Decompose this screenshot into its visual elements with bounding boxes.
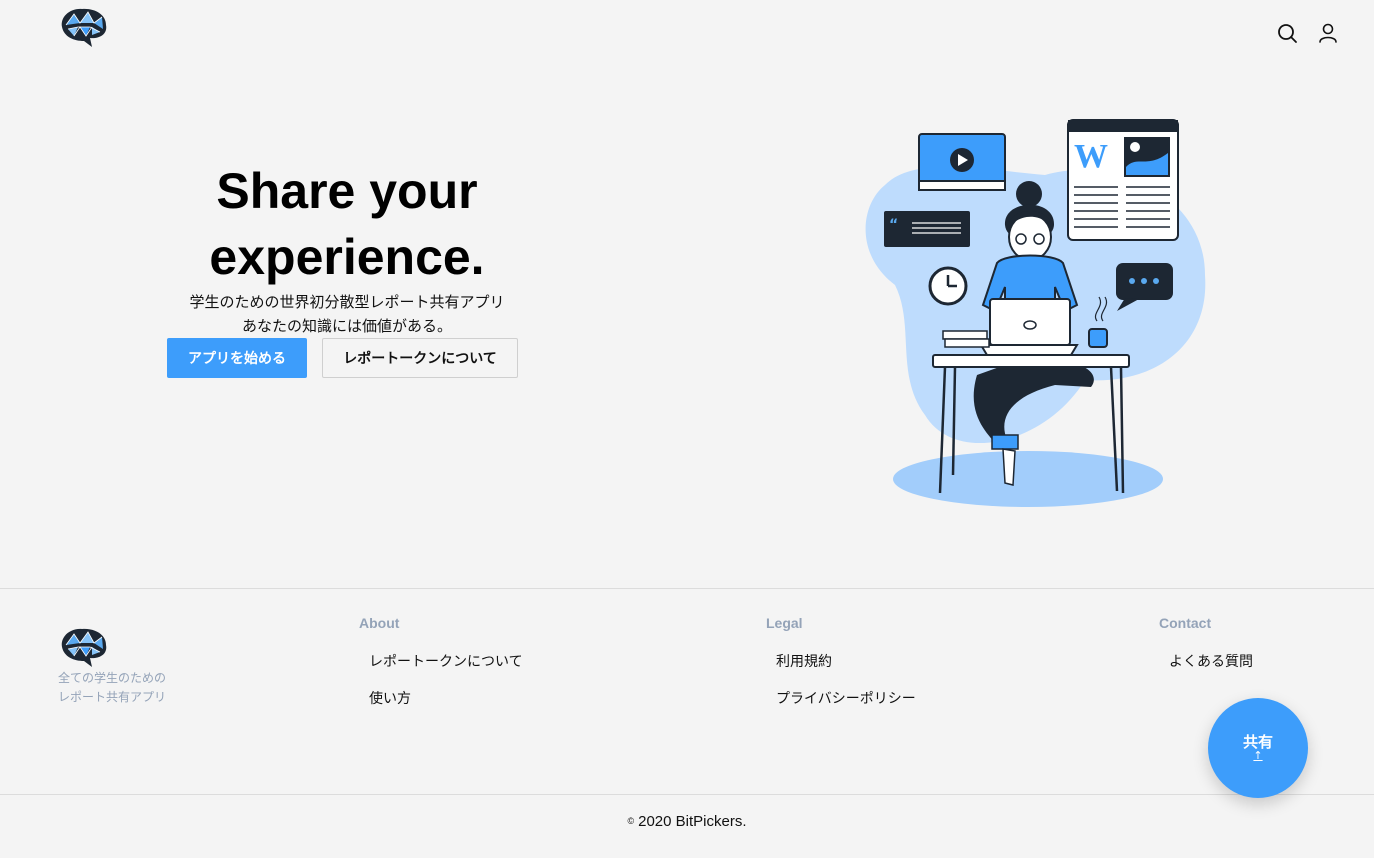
footer-tagline: 全ての学生のための レポート共有アプリ (58, 669, 166, 707)
svg-text:“: “ (889, 217, 898, 233)
hero-subtitle-line-1: 学生のための世界初分散型レポート共有アプリ (189, 293, 505, 311)
copyright-text: 2020 BitPickers. (638, 813, 747, 830)
quote-card-icon: “ (884, 211, 970, 247)
footer-heading-about: About (359, 615, 400, 631)
footer-heading-contact: Contact (1159, 615, 1212, 631)
footer-link-how-to-use[interactable]: 使い方 (369, 688, 411, 708)
hero-title-line-1: Share your (216, 163, 478, 219)
search-icon[interactable] (1276, 22, 1298, 44)
hero-title-line-2: experience. (209, 229, 485, 285)
hero-subtitle-line-2: あなたの知識には価値がある。 (241, 317, 452, 335)
upload-arrow-icon: ↑ (1253, 749, 1263, 762)
site-header (0, 0, 1374, 60)
article-card-icon: W (1067, 119, 1179, 241)
footer-bottom-bar: © 2020 BitPickers. (0, 794, 1374, 858)
copyright: © 2020 BitPickers. (0, 813, 1374, 830)
brain-logo[interactable] (58, 5, 110, 49)
footer-tagline-line-2: レポート共有アプリ (58, 690, 167, 704)
share-fab-label: 共有 (1242, 733, 1273, 751)
start-app-button[interactable]: アプリを始める (167, 338, 307, 378)
video-card-icon (918, 133, 1006, 191)
copyright-symbol: © (627, 816, 635, 826)
footer-link-about-token[interactable]: レポートークンについて (369, 651, 523, 671)
hero-title: Share your experience. (160, 158, 534, 290)
footer-link-privacy[interactable]: プライバシーポリシー (776, 688, 916, 708)
footer-link-terms[interactable]: 利用規約 (776, 651, 832, 671)
footer-heading-legal: Legal (766, 615, 803, 631)
clock-icon (928, 266, 968, 306)
hero-subtitle: 学生のための世界初分散型レポート共有アプリ あなたの知識には価値がある。 (160, 290, 534, 338)
site-footer: 全ての学生のための レポート共有アプリ About レポートークンについて 使い… (0, 588, 1374, 858)
hero-illustration: W “ (865, 119, 1206, 507)
footer-link-faq[interactable]: よくある質問 (1169, 651, 1253, 671)
user-icon[interactable] (1317, 22, 1339, 44)
brain-logo[interactable] (58, 625, 110, 669)
about-token-button[interactable]: レポートークンについて (322, 338, 518, 378)
footer-tagline-line-1: 全ての学生のための (58, 671, 167, 685)
share-fab-button[interactable]: 共有 ↑ (1208, 698, 1308, 798)
svg-text:W: W (1074, 138, 1108, 175)
